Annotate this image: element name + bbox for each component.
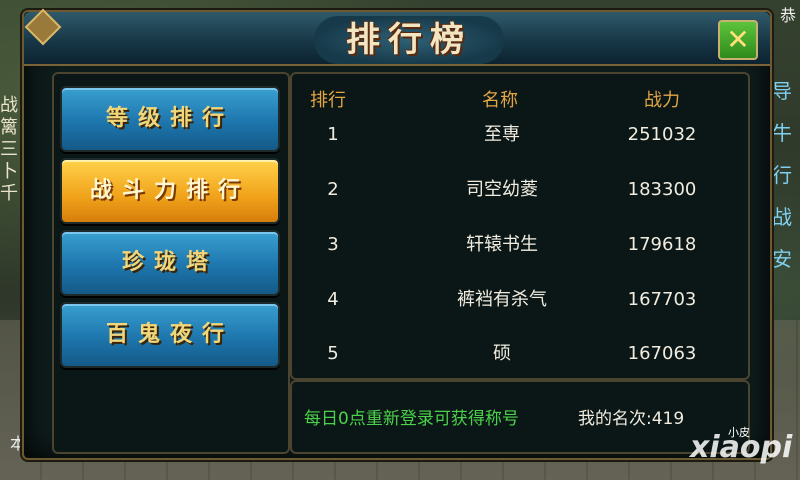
tab-combat-power-ranking[interactable]: 战斗力排行 — [60, 158, 280, 224]
category-panel: 等级排行 战斗力排行 珍珑塔 百鬼夜行 — [52, 72, 290, 454]
tab-night-parade[interactable]: 百鬼夜行 — [60, 302, 280, 368]
name-cell: 裤裆有杀气 — [457, 289, 547, 310]
background-right-text: 导 牛 行 战 安 — [772, 79, 792, 271]
table-row[interactable]: 5 硕 167063 — [292, 339, 748, 369]
info-bar: 每日0点重新登录可获得称号 我的名次:419 — [290, 380, 750, 454]
rank-cell: 2 — [327, 179, 339, 200]
close-button[interactable]: ✕ — [718, 20, 758, 60]
table-row[interactable]: 3 轩辕书生 179618 — [292, 230, 748, 260]
table-row[interactable]: 4 裤裆有杀气 167703 — [292, 285, 748, 315]
table-row[interactable]: 2 司空幼菱 183300 — [292, 175, 748, 205]
background-top-right-text: 恭 — [779, 6, 796, 25]
name-cell: 轩辕书生 — [466, 234, 538, 255]
my-rank: 我的名次:419 — [578, 404, 684, 429]
power-cell: 183300 — [627, 179, 697, 200]
header-name: 名称 — [482, 90, 518, 111]
name-cell: 硕 — [493, 343, 511, 364]
my-rank-value: 419 — [651, 409, 685, 429]
tab-zhenlong-tower[interactable]: 珍珑塔 — [60, 230, 280, 296]
corner-ornament-icon — [24, 8, 62, 46]
rank-cell: 5 — [327, 343, 339, 364]
name-cell: 至専 — [484, 124, 520, 145]
ranking-table: 排行 名称 战力 1 至専 251032 2 司空幼菱 183300 3 轩辕书… — [290, 72, 750, 380]
dialog-title-bar: 排行榜 ✕ — [24, 8, 770, 66]
rank-cell: 4 — [327, 289, 339, 310]
power-cell: 251032 — [627, 124, 697, 145]
power-cell: 167703 — [627, 289, 697, 310]
header-rank: 排行 — [310, 90, 346, 111]
power-cell: 179618 — [627, 234, 697, 255]
power-cell: 167063 — [627, 343, 697, 364]
login-title-tip: 每日0点重新登录可获得称号 — [304, 409, 519, 429]
tab-level-ranking[interactable]: 等级排行 — [60, 86, 280, 152]
my-rank-label: 我的名次: — [578, 409, 652, 429]
close-icon: ✕ — [726, 23, 750, 56]
rank-cell: 3 — [327, 234, 339, 255]
name-cell: 司空幼菱 — [466, 179, 538, 200]
rank-cell: 1 — [327, 124, 339, 145]
watermark: xiaopi — [690, 430, 793, 465]
dialog-title: 排行榜 — [346, 20, 472, 60]
header-power: 战力 — [644, 90, 680, 111]
table-row[interactable]: 1 至専 251032 — [292, 120, 748, 150]
ranking-dialog: 排行榜 ✕ 等级排行 战斗力排行 珍珑塔 百鬼夜行 排行 名称 战力 1 至専 … — [22, 8, 772, 460]
